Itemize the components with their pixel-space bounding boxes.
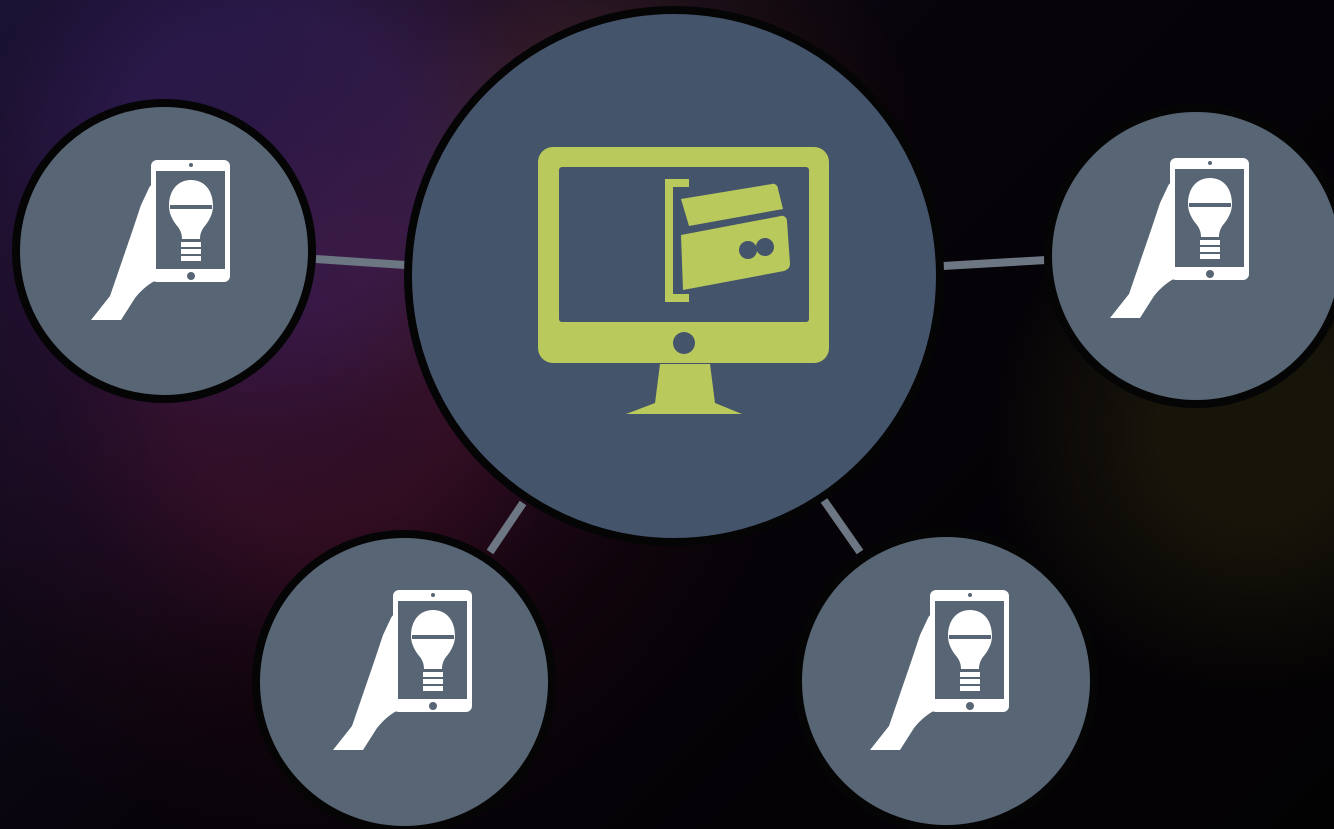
- device-node-bottom-right: [794, 529, 1098, 829]
- device-node-bottom-left: [252, 530, 556, 829]
- device-node-right: [1044, 104, 1334, 408]
- connector-bottom-right: [819, 496, 864, 555]
- device-node-left: [12, 99, 316, 403]
- diagram-canvas: [0, 0, 1334, 829]
- connector-left: [315, 255, 406, 269]
- hub-node: [404, 6, 944, 546]
- connector-bottom-left: [486, 500, 527, 555]
- device-network-diagram: [12, 6, 1334, 829]
- connector-right: [942, 256, 1047, 270]
